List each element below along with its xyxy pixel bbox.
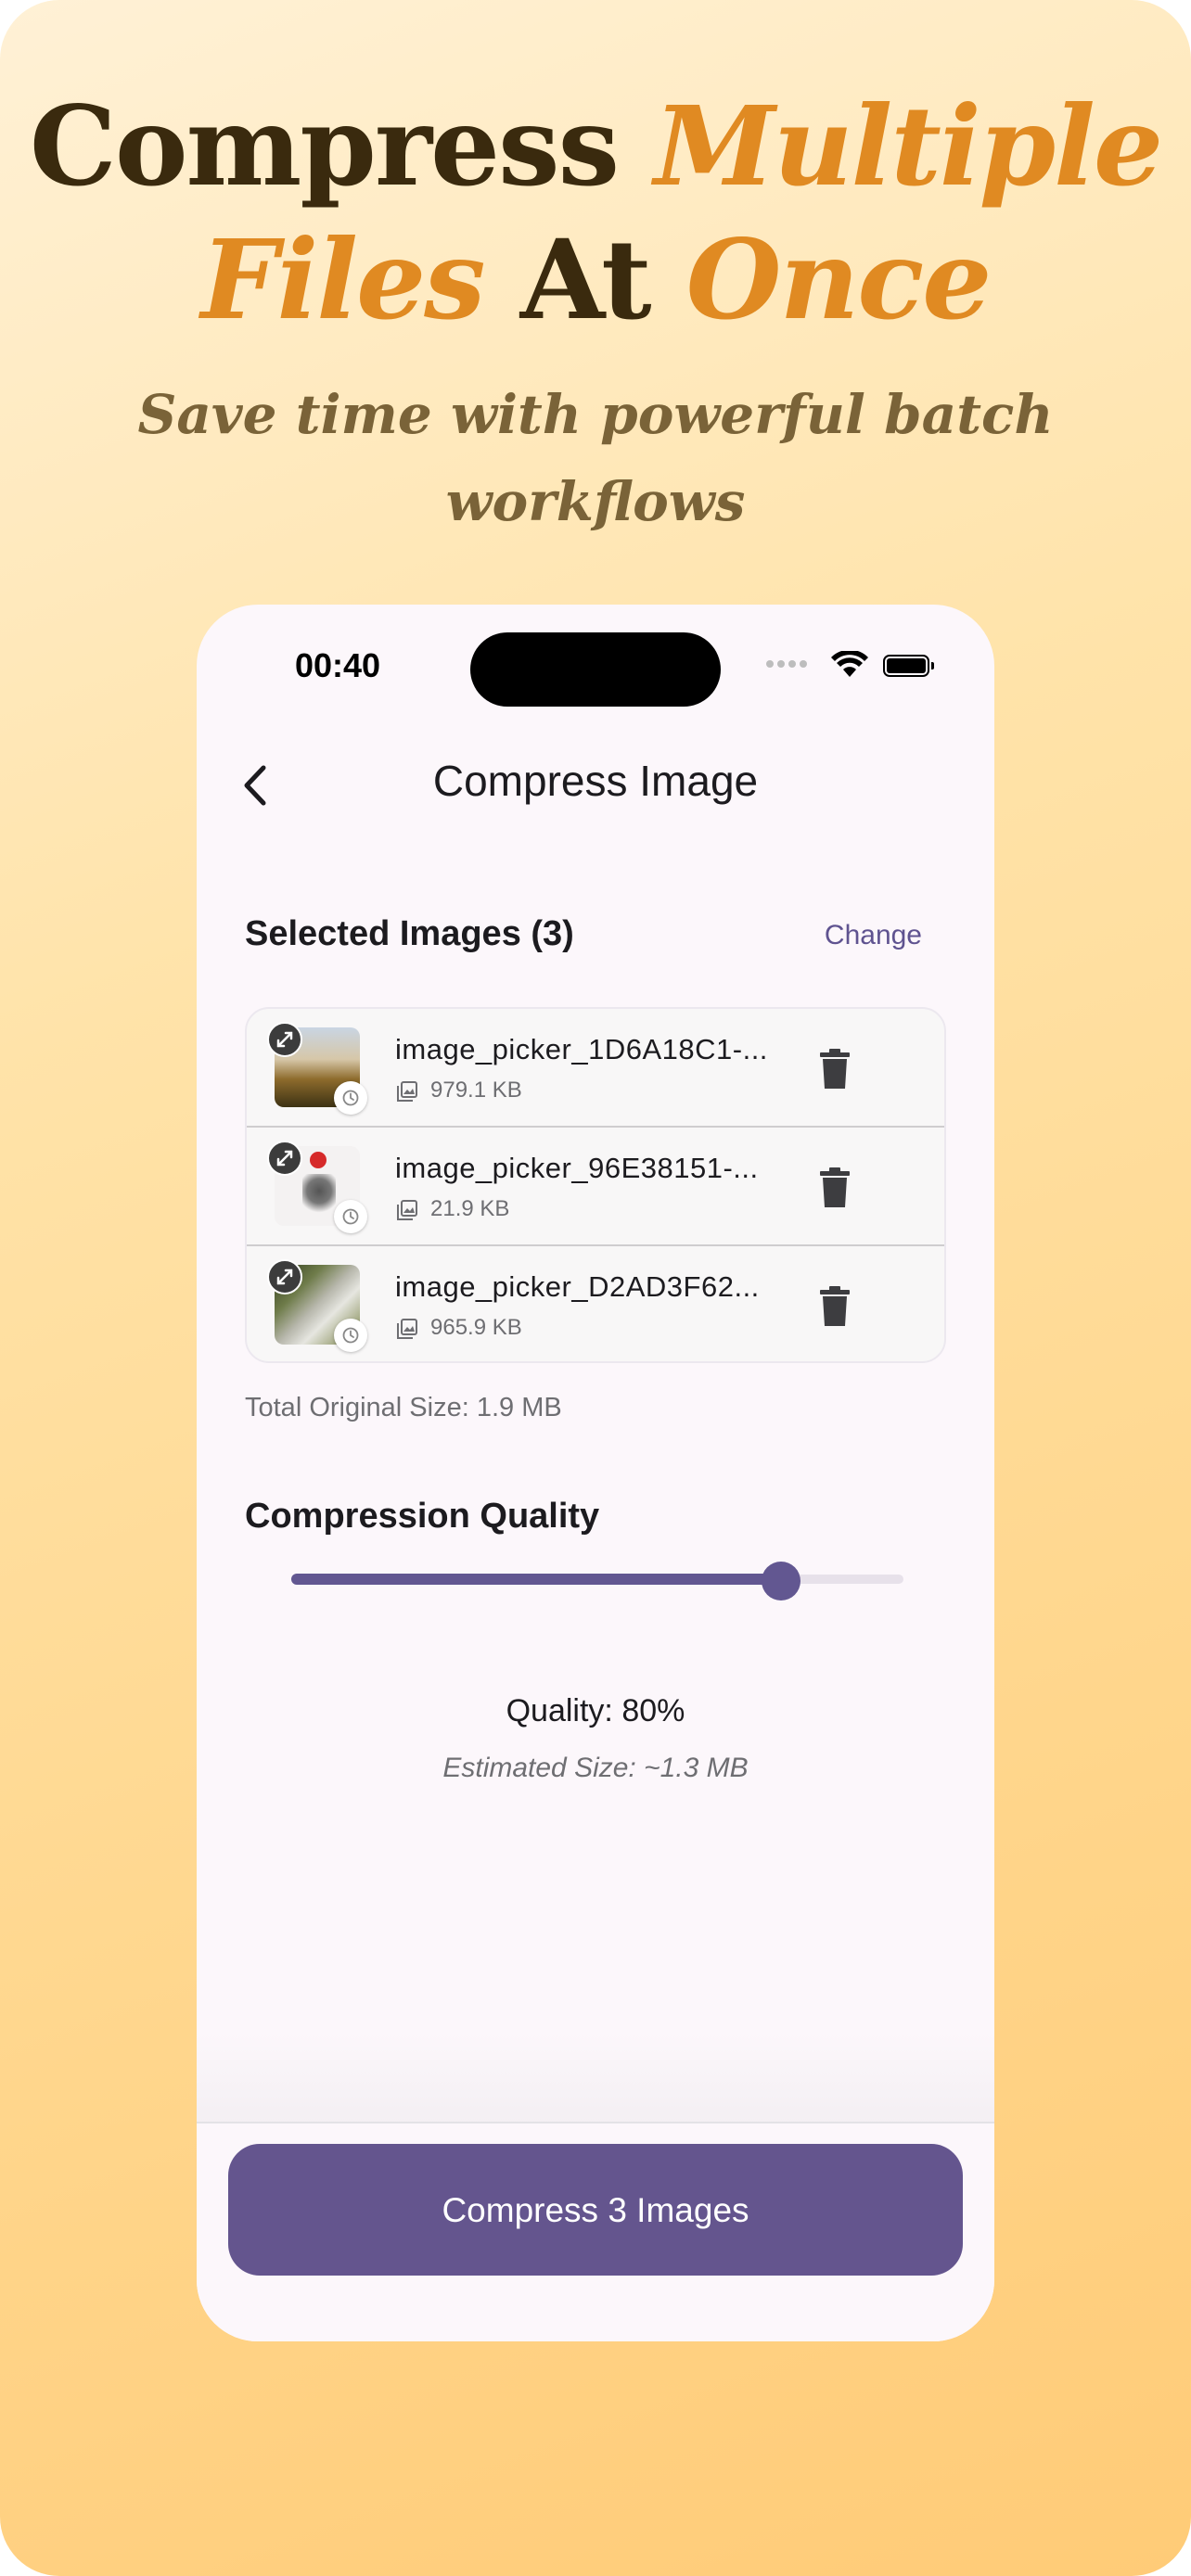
- compression-quality-title: Compression Quality: [245, 1497, 600, 1536]
- scroll-fade: [197, 2033, 994, 2122]
- clock-icon: [334, 1319, 367, 1352]
- status-time: 00:40: [295, 646, 381, 684]
- trash-icon: [820, 1286, 850, 1326]
- clock-icon: [334, 1200, 367, 1233]
- expand-icon[interactable]: [267, 1259, 302, 1294]
- delete-button[interactable]: [814, 1165, 855, 1211]
- phone-screen: 00:40 Compress Image Selected Images (3)…: [197, 605, 994, 2341]
- total-original-size: Total Original Size: 1.9 MB: [245, 1393, 562, 1422]
- headline-word: Compress: [29, 82, 620, 210]
- delete-button[interactable]: [814, 1283, 855, 1330]
- file-name: image_picker_96E38151-...: [395, 1152, 759, 1184]
- quality-slider[interactable]: [291, 1562, 903, 1600]
- status-icons: [766, 651, 952, 679]
- dynamic-island: [470, 632, 721, 707]
- file-size: 965.9 KB: [430, 1315, 522, 1340]
- compress-button[interactable]: Compress 3 Images: [228, 2144, 963, 2276]
- gallery-icon: [397, 1200, 417, 1220]
- delete-button[interactable]: [814, 1046, 855, 1092]
- gallery-icon: [397, 1319, 417, 1339]
- expand-icon[interactable]: [267, 1141, 302, 1176]
- estimated-size: Estimated Size: ~1.3 MB: [442, 1753, 749, 1783]
- headline-accent-word: Files: [200, 215, 486, 344]
- selected-images-title: Selected Images (3): [245, 914, 574, 953]
- expand-icon[interactable]: [267, 1022, 302, 1057]
- wifi-icon: [831, 651, 868, 677]
- file-name: image_picker_1D6A18C1-...: [395, 1033, 768, 1065]
- headline-line-2: Files At Once: [0, 215, 1191, 345]
- list-item[interactable]: image_picker_D2AD3F62... 965.9 KB: [247, 1246, 944, 1361]
- file-size: 21.9 KB: [430, 1196, 510, 1221]
- promo-background: Compress Multiple Files At Once Save tim…: [0, 0, 1191, 2576]
- headline-accent-word: Multiple: [654, 82, 1163, 210]
- trash-icon: [820, 1167, 850, 1207]
- gallery-icon: [397, 1081, 417, 1102]
- battery-icon: [883, 655, 934, 677]
- slider-fill: [291, 1574, 781, 1585]
- trash-icon: [820, 1049, 850, 1089]
- list-item[interactable]: image_picker_1D6A18C1-... 979.1 KB: [247, 1009, 944, 1126]
- slider-thumb[interactable]: [762, 1562, 800, 1600]
- selected-files-list: image_picker_1D6A18C1-... 979.1 KB image…: [245, 1007, 946, 1363]
- promo-subtitle: Save time with powerful batch workflows: [137, 383, 1054, 533]
- headline-accent-word: Once: [685, 215, 992, 344]
- headline-line-1: Compress Multiple: [0, 82, 1191, 211]
- file-size: 979.1 KB: [430, 1078, 522, 1103]
- clock-icon: [334, 1081, 367, 1115]
- change-button[interactable]: Change: [825, 920, 922, 951]
- signal-dots-icon: [766, 660, 807, 668]
- list-item[interactable]: image_picker_96E38151-... 21.9 KB: [247, 1128, 944, 1244]
- quality-value: Quality: 80%: [506, 1693, 685, 1728]
- file-name: image_picker_D2AD3F62...: [395, 1270, 760, 1303]
- page-title: Compress Image: [432, 757, 759, 805]
- headline-word: At: [519, 215, 652, 344]
